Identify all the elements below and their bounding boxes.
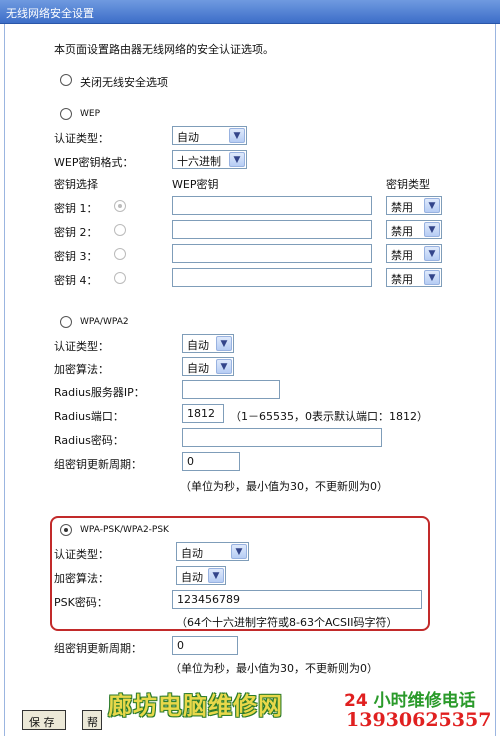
chevron-down-icon[interactable]: ▼ (424, 198, 440, 213)
watermark-phone: 13930625357 (346, 709, 492, 731)
wep-auth-label: 认证类型： (54, 132, 109, 145)
wep-key-type-value: 禁用 (391, 249, 413, 262)
wep-key-type-select[interactable]: 禁用 ▼ (386, 220, 442, 239)
watermark-hotline-number: 24 (344, 691, 368, 711)
chevron-down-icon[interactable]: ▼ (424, 222, 440, 237)
psk-auth-value: 自动 (181, 547, 203, 560)
wpa-rekey-input[interactable]: 0 (182, 452, 240, 471)
wpa-algo-select[interactable]: 自动 ▼ (182, 357, 234, 376)
radius-ip-input[interactable] (182, 380, 280, 399)
psk-algo-label: 加密算法： (54, 572, 109, 585)
wep-label: WEP (80, 109, 101, 119)
wep-format-value: 十六进制 (177, 155, 221, 168)
save-button[interactable]: 保 存 (22, 710, 66, 730)
wep-key-type-value: 禁用 (391, 225, 413, 238)
wep-key-type-select[interactable]: 禁用 ▼ (386, 196, 442, 215)
psk-algo-value: 自动 (181, 571, 203, 584)
chevron-down-icon[interactable]: ▼ (208, 568, 224, 583)
wpa-radio[interactable] (60, 316, 72, 328)
wep-col-select: 密钥选择 (54, 178, 98, 191)
psk-auth-label: 认证类型： (54, 548, 109, 561)
wep-key-label: 密钥 4： (54, 274, 98, 287)
chevron-down-icon[interactable]: ▼ (424, 246, 440, 261)
radius-port-label: Radius端口： (54, 410, 124, 423)
wep-key-type-value: 禁用 (391, 201, 413, 214)
wep-key-label: 密钥 1： (54, 202, 98, 215)
option-off-label: 关闭无线安全选项 (80, 76, 168, 89)
wep-key-radio[interactable] (114, 200, 126, 212)
wpa-rekey-hint: （单位为秒，最小值为30，不更新则为0） (180, 480, 388, 493)
wep-key-radio[interactable] (114, 224, 126, 236)
psk-rekey-label: 组密钥更新周期： (54, 642, 142, 655)
psk-auth-select[interactable]: 自动 ▼ (176, 542, 249, 561)
radius-pwd-label: Radius密码： (54, 434, 124, 447)
wep-col-key: WEP密钥 (172, 178, 219, 191)
wep-key-input[interactable] (172, 268, 372, 287)
chevron-down-icon[interactable]: ▼ (229, 128, 245, 143)
radius-port-input[interactable]: 1812 (182, 404, 224, 423)
wep-key-input[interactable] (172, 220, 372, 239)
wep-key-type-select[interactable]: 禁用 ▼ (386, 244, 442, 263)
wep-key-label: 密钥 3： (54, 250, 98, 263)
watermark-hotline-text: 小时维修电话 (367, 691, 476, 711)
wep-format-label: WEP密钥格式： (54, 156, 134, 169)
wep-key-input[interactable] (172, 196, 372, 215)
wep-auth-value: 自动 (177, 131, 199, 144)
psk-pwd-input[interactable]: 123456789 (172, 590, 422, 609)
intro-text: 本页面设置路由器无线网络的安全认证选项。 (54, 43, 274, 56)
psk-pwd-label: PSK密码： (54, 596, 108, 609)
wep-key-radio[interactable] (114, 248, 126, 260)
psk-pwd-hint: （64个十六进制字符或8-63个ACSII码字符） (176, 616, 398, 629)
wep-radio[interactable] (60, 108, 72, 120)
psk-rekey-input[interactable]: 0 (172, 636, 238, 655)
radius-ip-label: Radius服务器IP： (54, 386, 145, 399)
wpa-rekey-label: 组密钥更新周期： (54, 458, 142, 471)
help-button[interactable]: 帮 (82, 710, 102, 730)
chevron-down-icon[interactable]: ▼ (216, 336, 232, 351)
wep-format-select[interactable]: 十六进制 ▼ (172, 150, 247, 169)
watermark-hotline-label: 24 小时维修电话 (344, 686, 476, 711)
wep-key-type-value: 禁用 (391, 273, 413, 286)
chevron-down-icon[interactable]: ▼ (229, 152, 245, 167)
chevron-down-icon[interactable]: ▼ (216, 359, 232, 374)
wep-col-type: 密钥类型 (386, 178, 430, 191)
wep-key-input[interactable] (172, 244, 372, 263)
psk-algo-select[interactable]: 自动 ▼ (176, 566, 226, 585)
watermark-left-text: 廊坊电脑维修网 (108, 691, 283, 720)
option-off-radio[interactable] (60, 74, 72, 86)
wep-key-radio[interactable] (114, 272, 126, 284)
wep-key-label: 密钥 2： (54, 226, 98, 239)
wpa-algo-label: 加密算法： (54, 363, 109, 376)
wpa-label: WPA/WPA2 (80, 317, 129, 327)
chevron-down-icon[interactable]: ▼ (231, 544, 247, 559)
wep-key-type-select[interactable]: 禁用 ▼ (386, 268, 442, 287)
chevron-down-icon[interactable]: ▼ (424, 270, 440, 285)
wpa-algo-value: 自动 (187, 362, 209, 375)
radius-pwd-input[interactable] (182, 428, 382, 447)
wep-auth-select[interactable]: 自动 ▼ (172, 126, 247, 145)
psk-radio[interactable] (60, 524, 72, 536)
window-title: 无线网络安全设置 (0, 0, 500, 24)
wpa-auth-value: 自动 (187, 339, 209, 352)
psk-label: WPA-PSK/WPA2-PSK (80, 525, 169, 535)
radius-port-hint: （1－65535，0表示默认端口：1812） (230, 410, 428, 423)
wpa-auth-select[interactable]: 自动 ▼ (182, 334, 234, 353)
psk-rekey-hint: （单位为秒，最小值为30，不更新则为0） (170, 662, 378, 675)
wpa-auth-label: 认证类型： (54, 340, 109, 353)
